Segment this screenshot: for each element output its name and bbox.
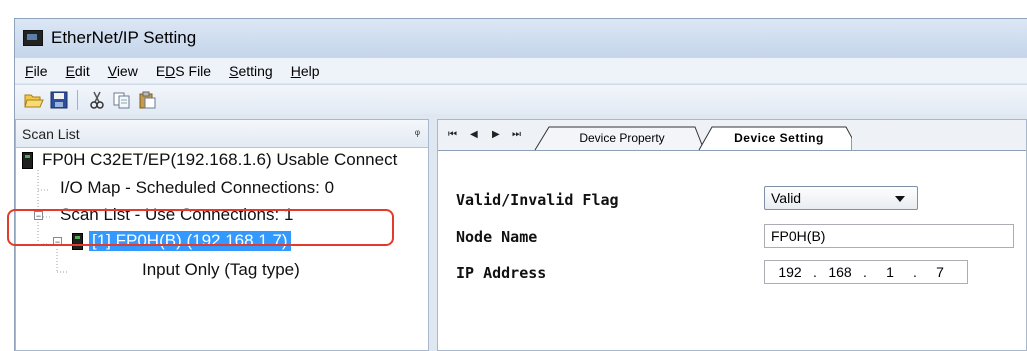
toolbar (15, 84, 1027, 114)
valid-flag-select[interactable]: Valid (764, 186, 918, 210)
ip-octet-4[interactable]: 7 (921, 264, 959, 280)
ip-dot: . (913, 264, 917, 280)
first-tab-icon[interactable]: ⏮ (448, 129, 457, 140)
last-tab-icon[interactable]: ⏭ (512, 129, 521, 140)
highlight-box (7, 209, 394, 246)
prev-tab-icon[interactable]: ◀ (470, 129, 478, 140)
app-icon (23, 30, 43, 46)
tree-item-input-only[interactable]: Input Only (Tag type) (142, 260, 300, 280)
ip-octet-2[interactable]: 168 (821, 264, 859, 280)
app-window: EtherNet/IP Setting File Edit View EDS F… (14, 18, 1027, 351)
menu-bar: File Edit View EDS File Setting Help (15, 57, 1027, 83)
tree-item-input-only-label: Input Only (Tag type) (142, 260, 300, 279)
scan-list-title: Scan List (22, 125, 80, 142)
panel-splitter[interactable] (429, 119, 437, 351)
open-folder-icon[interactable] (23, 89, 45, 111)
tree-item-root[interactable]: FP0H C32ET/EP(192.168.1.6) Usable Connec… (22, 150, 397, 170)
dropdown-arrow-icon (895, 196, 905, 202)
tab-device-setting[interactable]: Device Setting (713, 126, 845, 150)
menu-help[interactable]: Help (289, 61, 322, 81)
menu-edit[interactable]: Edit (64, 61, 92, 81)
menu-view[interactable]: View (106, 61, 140, 81)
tree-item-io-map-label: I/O Map - Scheduled Connections: 0 (60, 178, 335, 197)
ip-address-label: IP Address (456, 264, 547, 282)
node-name-field[interactable]: FP0H(B) (764, 224, 1014, 248)
ip-address-field[interactable]: 192 . 168 . 1 . 7 (764, 260, 968, 284)
tab-strip: ⏮ ◀ ▶ ⏭ Device Property Device Setting (438, 120, 1026, 151)
device-panel: ⏮ ◀ ▶ ⏭ Device Property Device Setting V… (437, 119, 1027, 351)
valid-flag-label: Valid/Invalid Flag (456, 191, 619, 209)
cut-icon[interactable] (86, 89, 108, 111)
ip-dot: . (863, 264, 867, 280)
toolbar-separator (77, 89, 78, 110)
menu-eds-file[interactable]: EDS File (154, 61, 213, 81)
ip-dot: . (813, 264, 817, 280)
menu-setting[interactable]: Setting (227, 61, 275, 81)
pin-icon[interactable]: ᵠ (415, 127, 420, 141)
valid-flag-value: Valid (771, 190, 802, 206)
next-tab-icon[interactable]: ▶ (492, 129, 500, 140)
node-name-label: Node Name (456, 228, 538, 246)
copy-icon[interactable] (111, 89, 133, 111)
node-name-value: FP0H(B) (771, 228, 826, 244)
paste-icon[interactable] (136, 89, 158, 111)
scan-list-header: Scan List ᵠ (16, 120, 428, 148)
menu-file[interactable]: File (23, 61, 50, 81)
tree-item-io-map[interactable]: I/O Map - Scheduled Connections: 0 (60, 178, 334, 198)
window-title: EtherNet/IP Setting (51, 28, 197, 47)
save-icon[interactable] (48, 89, 70, 111)
plc-device-icon (22, 151, 33, 169)
title-bar: EtherNet/IP Setting (15, 19, 1027, 57)
tab-device-property[interactable]: Device Property (552, 126, 692, 150)
ip-octet-1[interactable]: 192 (771, 264, 809, 280)
ip-octet-3[interactable]: 1 (871, 264, 909, 280)
tree-item-root-label: FP0H C32ET/EP(192.168.1.6) Usable Connec… (42, 150, 398, 169)
